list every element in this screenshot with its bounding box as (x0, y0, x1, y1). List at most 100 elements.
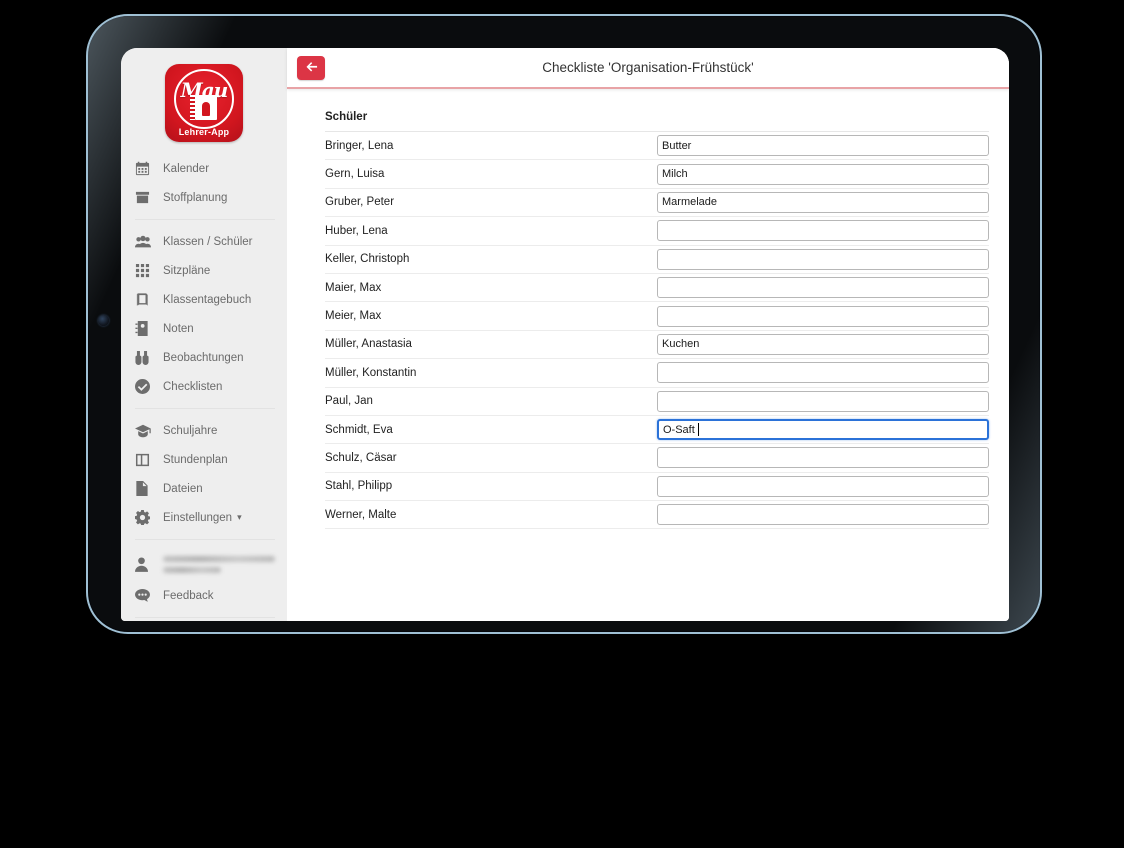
student-name-cell: Bringer, Lena (325, 131, 657, 161)
checklist-value-input[interactable] (657, 191, 989, 213)
timetable-icon (135, 451, 157, 469)
student-name-cell: Müller, Konstantin (325, 358, 657, 388)
sidebar-item-klassentagebuch[interactable]: Klassentagebuch (121, 285, 287, 314)
sidebar-account[interactable] (121, 547, 287, 581)
sidebar-item-label: Klassentagebuch (163, 293, 252, 306)
table-header-row: Schüler (325, 111, 989, 132)
table-row: Gruber, Peter (325, 188, 989, 218)
back-button[interactable] (297, 55, 325, 80)
checklist-value-input[interactable] (657, 419, 989, 441)
student-name-cell: Schmidt, Eva (325, 415, 657, 445)
sidebar-item-feedback[interactable]: Feedback (121, 581, 287, 610)
checklist-value-input[interactable] (657, 135, 989, 157)
sidebar-item-stundenplan[interactable]: Stundenplan (121, 445, 287, 474)
student-name-cell: Müller, Anastasia (325, 330, 657, 360)
sidebar-item-klassen-schueler[interactable]: Klassen / Schüler (121, 227, 287, 256)
student-name-cell: Paul, Jan (325, 387, 657, 416)
archive-box-icon (135, 189, 157, 207)
sidebar-item-noten[interactable]: Noten (121, 314, 287, 343)
checklist-value-input[interactable] (657, 305, 989, 327)
checklist-value-input[interactable] (657, 504, 989, 526)
student-name-cell: Werner, Malte (325, 500, 657, 530)
sidebar-item-label: Dateien (163, 482, 203, 495)
student-value-cell (657, 358, 989, 388)
table-row: Schulz, Cäsar (325, 443, 989, 473)
checklist-value-input[interactable] (657, 362, 989, 384)
gear-icon (135, 509, 157, 527)
sidebar-item-dateien[interactable]: Dateien (121, 474, 287, 503)
table-row: Keller, Christoph (325, 245, 989, 274)
field-wrapper (657, 277, 989, 299)
checklist-value-input[interactable] (657, 390, 989, 412)
student-value-cell (657, 159, 989, 189)
checklist-value-input[interactable] (657, 277, 989, 299)
table-row: Müller, Anastasia (325, 330, 989, 360)
sidebar-item-label: Schuljahre (163, 424, 218, 437)
sidebar-item-label: Stundenplan (163, 453, 228, 466)
student-value-cell (657, 472, 989, 502)
front-camera-dot (98, 315, 109, 326)
account-redacted-text (163, 555, 275, 573)
sidebar-item-sitzplaene[interactable]: Sitzpläne (121, 256, 287, 285)
checklist-value-input[interactable] (657, 475, 989, 497)
table-row: Maier, Max (325, 273, 989, 303)
checklist-rows: Bringer, LenaGern, LuisaGruber, PeterHub… (325, 131, 989, 530)
sidebar-divider (135, 617, 275, 618)
sidebar-item-kalender[interactable]: Kalender (121, 154, 287, 183)
sidebar-item-beobachtungen[interactable]: Beobachtungen (121, 343, 287, 372)
student-value-cell (657, 216, 989, 246)
sidebar-nav-group-1: Kalender Stoffplanung (121, 154, 287, 212)
table-row: Stahl, Philipp (325, 472, 989, 502)
field-wrapper (657, 191, 989, 213)
checklist-value-input[interactable] (657, 333, 989, 355)
book-icon (135, 291, 157, 309)
contact-book-icon (135, 320, 157, 338)
sidebar-item-einstellungen[interactable]: Einstellungen ▾ (121, 503, 287, 532)
chat-bubble-icon (135, 587, 157, 605)
page-title: Checkliste 'Organisation-Frühstück' (542, 60, 754, 75)
sidebar-item-stoffplanung[interactable]: Stoffplanung (121, 183, 287, 212)
sidebar-item-schuljahre[interactable]: Schuljahre (121, 416, 287, 445)
student-value-cell (657, 330, 989, 360)
sidebar-item-label: Stoffplanung (163, 191, 228, 204)
sidebar-item-label: Noten (163, 322, 194, 335)
student-value-cell (657, 245, 989, 274)
checklist-value-input[interactable] (657, 163, 989, 185)
field-wrapper (657, 220, 989, 242)
checklist-value-input[interactable] (657, 220, 989, 242)
field-wrapper (657, 333, 989, 355)
student-name-cell: Keller, Christoph (325, 245, 657, 274)
checklist-value-input[interactable] (657, 447, 989, 469)
field-wrapper (657, 248, 989, 270)
table-row: Müller, Konstantin (325, 358, 989, 388)
logo-book-icon (190, 95, 217, 120)
student-value-cell (657, 273, 989, 303)
users-group-icon (135, 233, 157, 251)
field-wrapper (657, 305, 989, 327)
sidebar-divider (135, 219, 275, 220)
logo-book-figure (202, 102, 210, 116)
checklist-table: Schüler Bringer, LenaGern, LuisaGruber, … (325, 111, 989, 530)
text-cursor (697, 423, 699, 437)
calendar-icon (135, 160, 157, 178)
page-header: Checkliste 'Organisation-Frühstück' (287, 48, 1009, 89)
student-value-cell (657, 188, 989, 218)
sidebar-item-label: Feedback (163, 589, 214, 602)
student-value-cell (657, 443, 989, 473)
table-row: Huber, Lena (325, 216, 989, 246)
field-wrapper (657, 135, 989, 157)
sidebar-nav-group-2: Klassen / Schüler Sitzpläne Klassentageb… (121, 227, 287, 401)
student-name-cell: Meier, Max (325, 301, 657, 331)
sidebar-item-checklisten[interactable]: Checklisten (121, 372, 287, 401)
sidebar-item-label: Klassen / Schüler (163, 235, 253, 248)
logo-caption: Lehrer-App (178, 127, 230, 137)
table-row: Schmidt, Eva (325, 415, 989, 445)
checklist-value-input[interactable] (657, 248, 989, 270)
table-row: Bringer, Lena (325, 131, 989, 161)
student-name-cell: Huber, Lena (325, 216, 657, 246)
check-circle-icon (135, 378, 157, 396)
sidebar: Mau Lehrer-App Kalender Stoffplanung Kla… (121, 48, 287, 621)
sidebar-item-label: Checklisten (163, 380, 223, 393)
table-row: Werner, Malte (325, 500, 989, 530)
student-name-cell: Gern, Luisa (325, 159, 657, 189)
